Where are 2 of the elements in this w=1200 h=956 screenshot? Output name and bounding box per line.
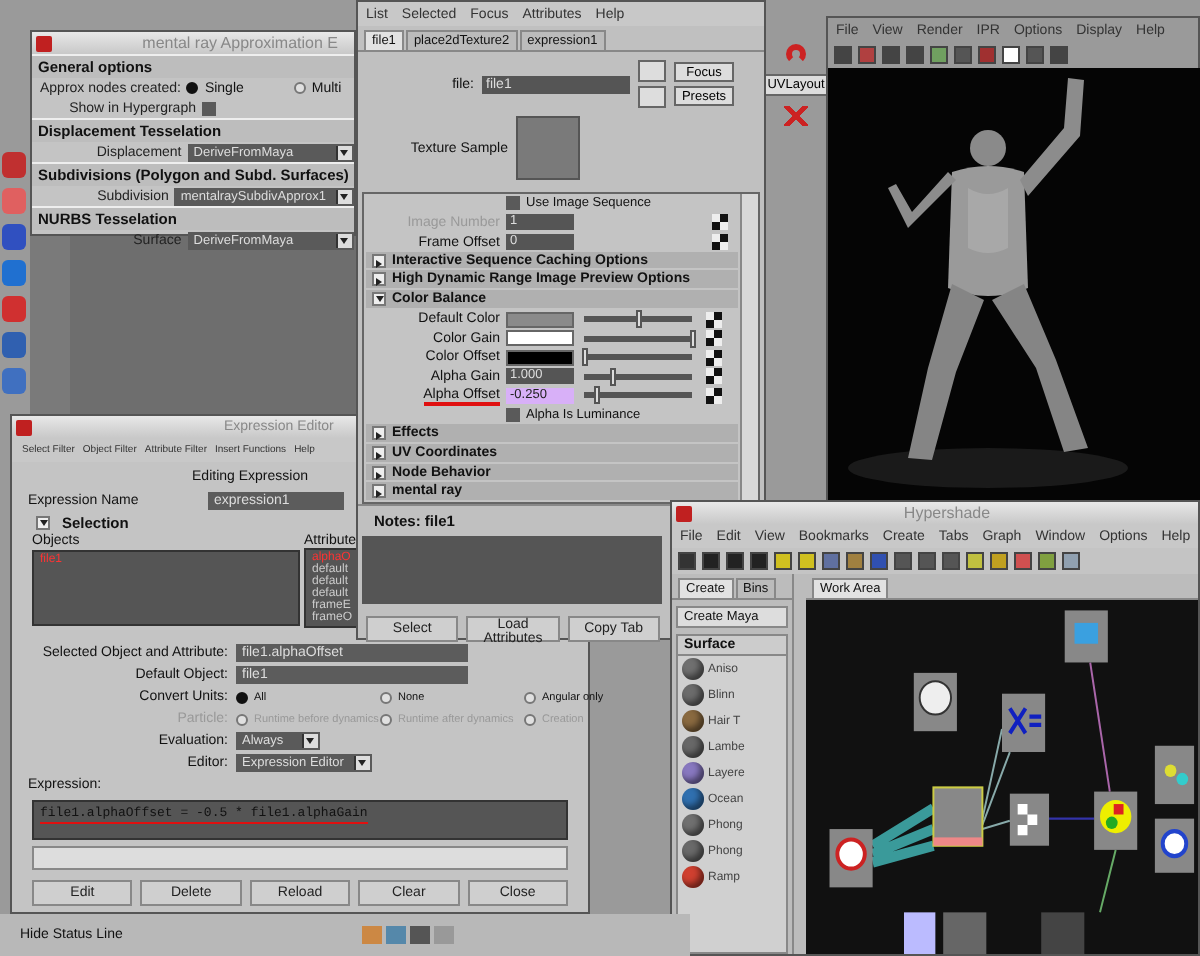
window-title: mental ray Approximation E [142,34,338,52]
window-title: Hypershade [903,504,991,522]
